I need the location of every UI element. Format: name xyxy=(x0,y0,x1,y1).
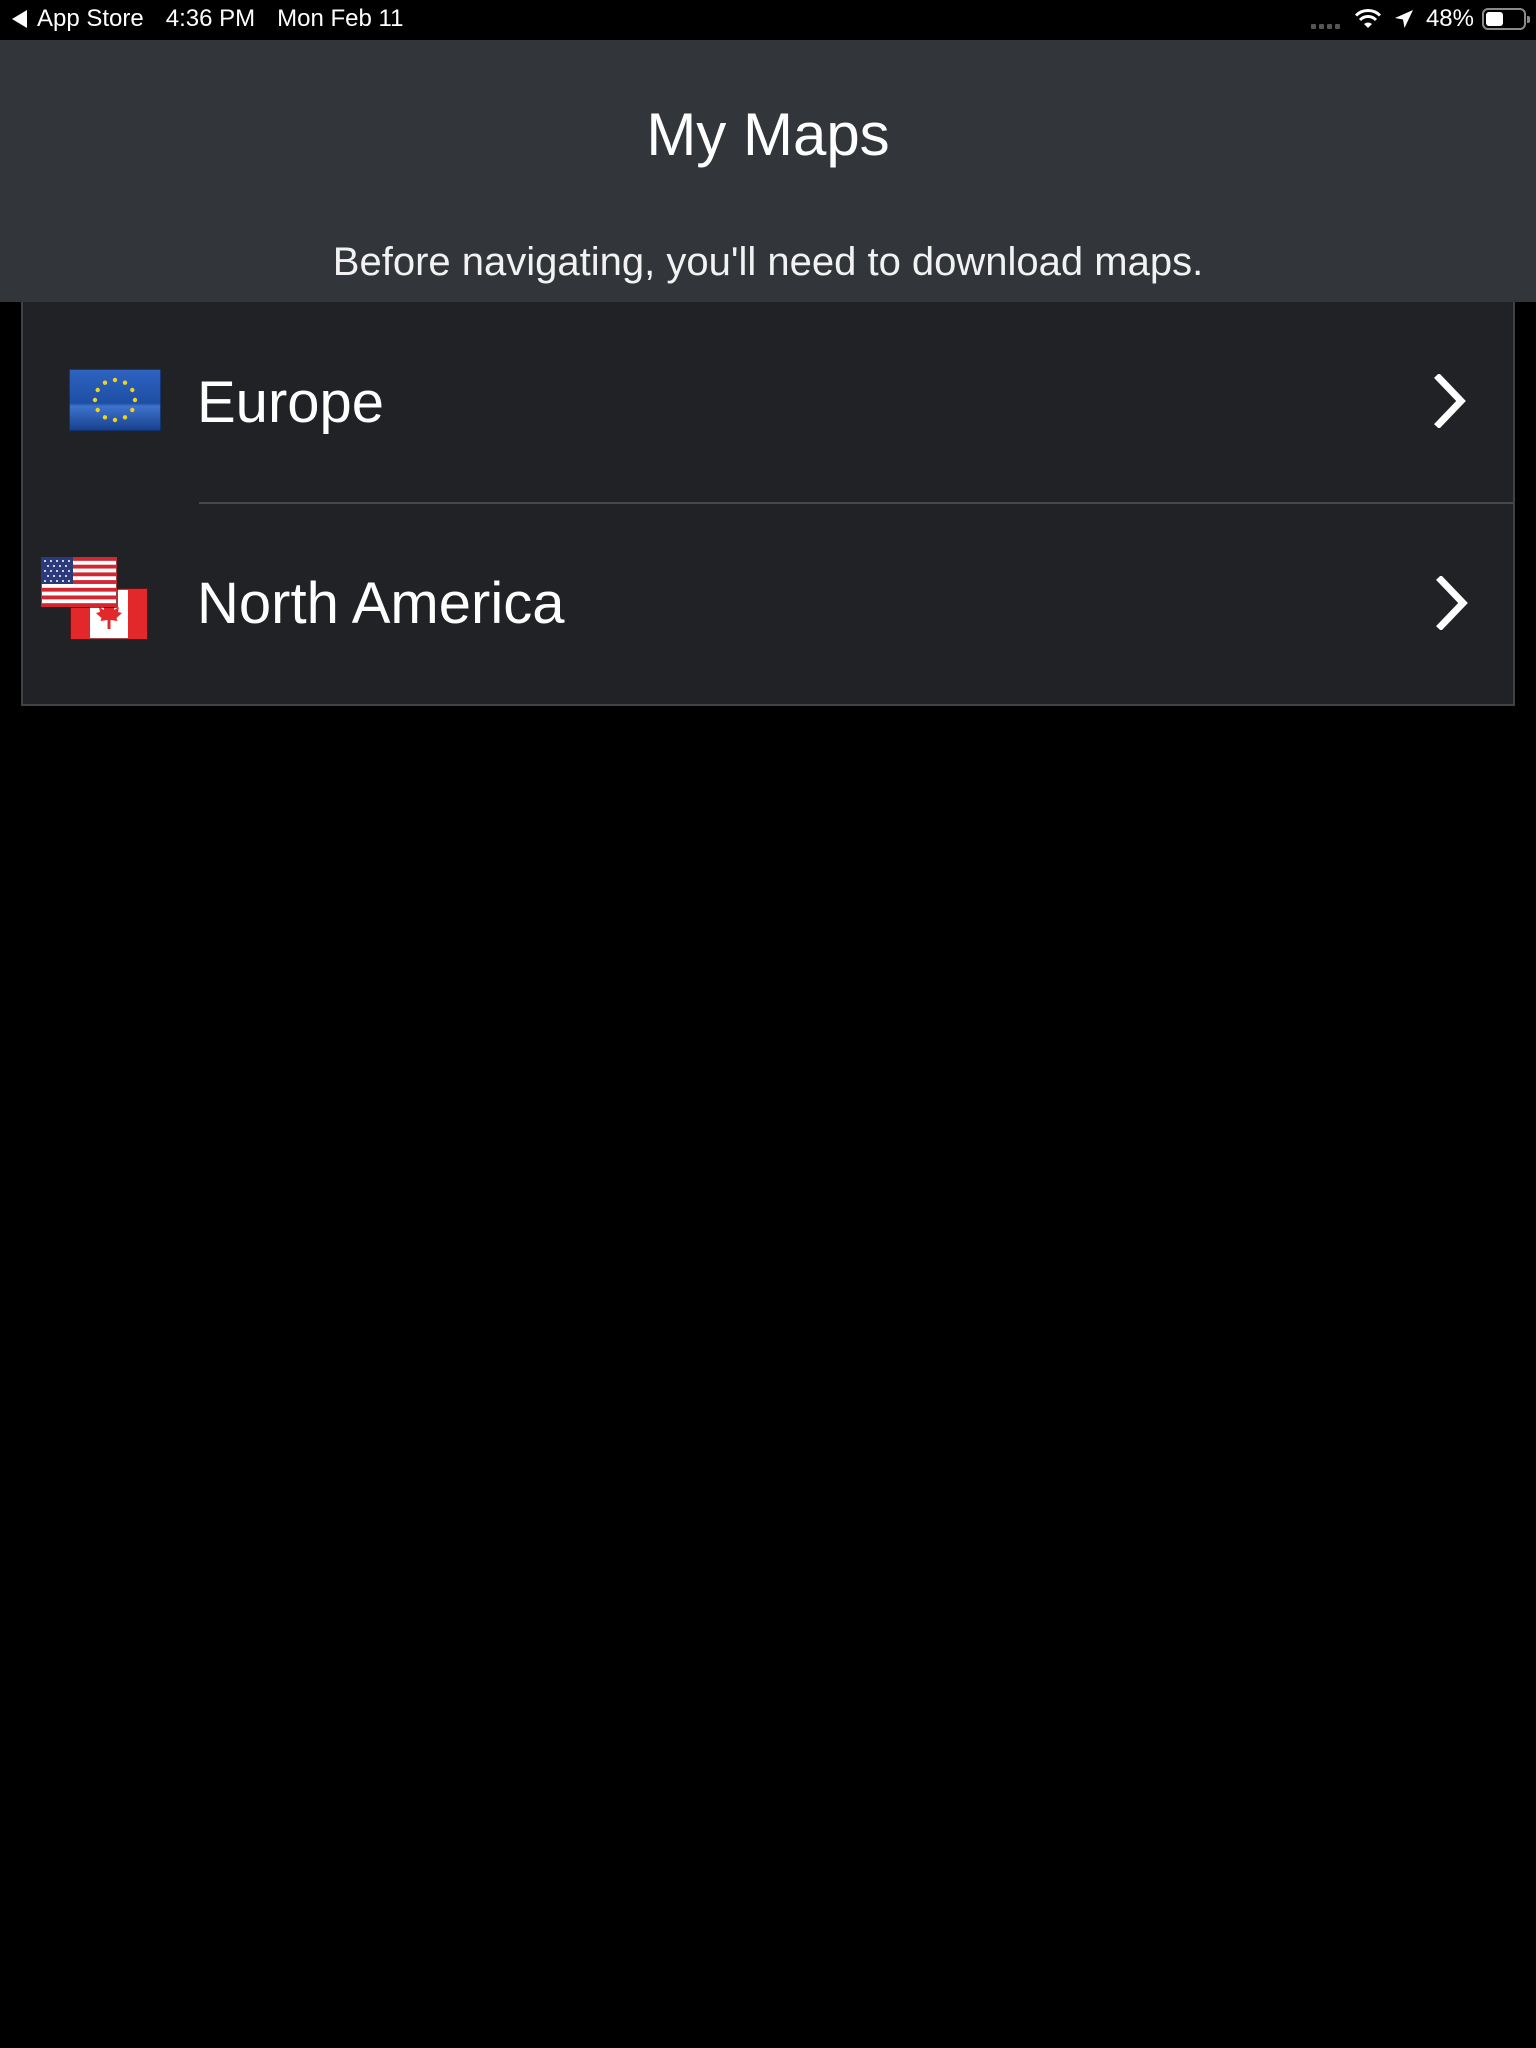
chevron-right-icon[interactable] xyxy=(1433,373,1467,433)
region-label: North America xyxy=(197,570,565,636)
wifi-icon xyxy=(1354,8,1382,30)
back-to-app-store-link[interactable]: App Store xyxy=(37,5,144,33)
status-right: 48% xyxy=(1310,5,1530,33)
battery-fill xyxy=(1486,12,1503,26)
back-triangle-icon[interactable] xyxy=(12,10,27,28)
status-bar: App Store 4:36 PM Mon Feb 11 48% xyxy=(0,0,1536,40)
region-label: Europe xyxy=(197,369,385,435)
status-left[interactable]: App Store 4:36 PM Mon Feb 11 xyxy=(12,5,403,33)
region-list: Europe North America xyxy=(21,302,1515,706)
status-date: Mon Feb 11 xyxy=(277,5,404,32)
region-row-europe[interactable]: Europe xyxy=(23,302,1513,502)
signal-dots-icon xyxy=(1310,23,1340,29)
region-row-north-america[interactable]: North America xyxy=(40,502,1513,702)
location-arrow-icon xyxy=(1394,9,1414,29)
header: My Maps Before navigating, you'll need t… xyxy=(0,40,1536,302)
chevron-right-icon[interactable] xyxy=(1435,575,1469,635)
page-subtitle: Before navigating, you'll need to downlo… xyxy=(332,240,1204,284)
eu-flag-icon xyxy=(68,367,162,436)
status-time: 4:36 PM xyxy=(165,5,256,32)
us-canada-flags-icon xyxy=(40,555,153,650)
battery-percentage: 48% xyxy=(1425,5,1474,32)
page-title: My Maps xyxy=(646,101,890,168)
battery-icon xyxy=(1482,8,1530,30)
